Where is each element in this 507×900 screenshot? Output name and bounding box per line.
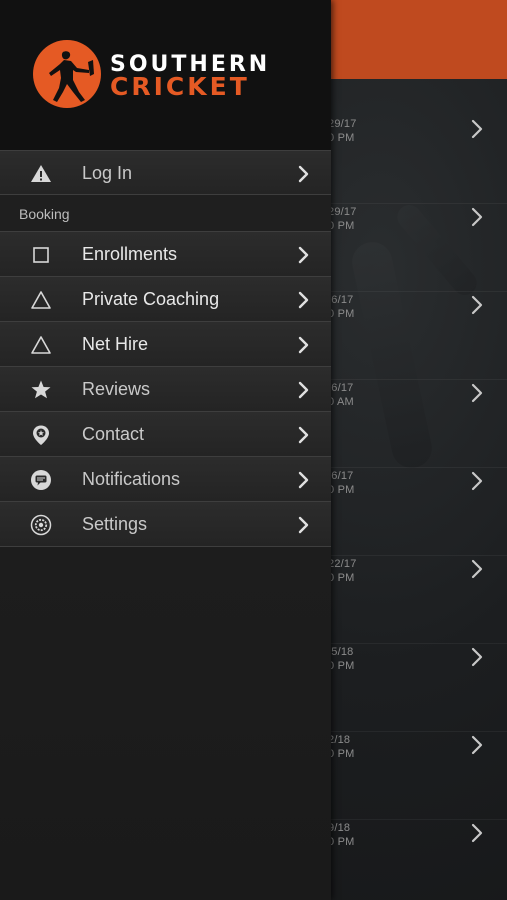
- row-time: 0 PM: [328, 220, 355, 232]
- row-time: 0 PM: [328, 308, 355, 320]
- chevron-right-icon: [298, 336, 309, 354]
- menu-item-contact[interactable]: Contact: [0, 412, 331, 457]
- row-time: 0 AM: [328, 396, 354, 408]
- drawer-header: SOUTHERN CRICKET: [0, 0, 331, 150]
- row-time: 0 PM: [328, 484, 355, 496]
- menu-item-label: Log In: [82, 163, 133, 183]
- menu-item-label: Reviews: [82, 379, 151, 399]
- menu-item-log-in[interactable]: Log In: [0, 150, 331, 195]
- chevron-right-icon: [298, 426, 309, 444]
- row-time: 0 PM: [328, 836, 355, 848]
- triangle-icon: [31, 291, 51, 309]
- menu-item-net-hire[interactable]: Net Hire: [0, 322, 331, 367]
- navigation-drawer: SOUTHERN CRICKET Log In Booking Enrollme…: [0, 0, 331, 900]
- row-time: 0 PM: [328, 748, 355, 760]
- menu-item-label: Contact: [82, 424, 145, 444]
- speech-bubble-icon: [31, 470, 51, 490]
- logo-text-cricket: CRICKET: [110, 72, 250, 101]
- drawer-menu: Log In Booking Enrollments Private Coach…: [0, 150, 331, 547]
- star-icon: [31, 380, 51, 399]
- row-date: /6/17: [328, 382, 354, 394]
- chevron-right-icon: [471, 559, 483, 579]
- chevron-right-icon: [471, 383, 483, 403]
- chevron-right-icon: [471, 119, 483, 139]
- row-time: 0 PM: [328, 132, 355, 144]
- chevron-right-icon: [298, 381, 309, 399]
- warning-icon: [31, 165, 51, 182]
- cricket-player-logo-icon: [33, 40, 101, 108]
- section-header-label: Booking: [19, 206, 70, 222]
- row-date: /5/18: [328, 646, 354, 658]
- row-time: 0 PM: [328, 660, 355, 672]
- chevron-right-icon: [298, 165, 309, 183]
- menu-item-settings[interactable]: Settings: [0, 502, 331, 547]
- gear-icon: [30, 514, 52, 536]
- row-date: 22/17: [328, 558, 357, 570]
- row-date: 29/17: [328, 118, 357, 130]
- menu-item-private-coaching[interactable]: Private Coaching: [0, 277, 331, 322]
- chevron-right-icon: [471, 207, 483, 227]
- row-date: /6/17: [328, 470, 354, 482]
- menu-item-reviews[interactable]: Reviews: [0, 367, 331, 412]
- menu-item-label: Enrollments: [82, 244, 178, 264]
- chevron-right-icon: [298, 291, 309, 309]
- triangle-icon: [31, 336, 51, 354]
- menu-item-label: Net Hire: [82, 334, 149, 354]
- chevron-right-icon: [471, 823, 483, 843]
- row-date: 29/17: [328, 206, 357, 218]
- section-header-booking: Booking: [0, 195, 331, 232]
- chevron-right-icon: [471, 295, 483, 315]
- row-date: 9/18: [328, 822, 351, 834]
- menu-item-enrollments[interactable]: Enrollments: [0, 232, 331, 277]
- chevron-right-icon: [298, 471, 309, 489]
- location-pin-icon: [33, 425, 49, 445]
- chevron-right-icon: [298, 246, 309, 264]
- menu-item-label: Private Coaching: [82, 289, 220, 309]
- menu-item-label: Settings: [82, 514, 148, 534]
- row-date: 2/18: [328, 734, 351, 746]
- square-icon: [33, 247, 49, 263]
- chevron-right-icon: [471, 735, 483, 755]
- menu-item-notifications[interactable]: Notifications: [0, 457, 331, 502]
- chevron-right-icon: [471, 647, 483, 667]
- menu-item-label: Notifications: [82, 469, 181, 489]
- chevron-right-icon: [298, 516, 309, 534]
- chevron-right-icon: [471, 471, 483, 491]
- row-date: /6/17: [328, 294, 354, 306]
- row-time: 0 PM: [328, 572, 355, 584]
